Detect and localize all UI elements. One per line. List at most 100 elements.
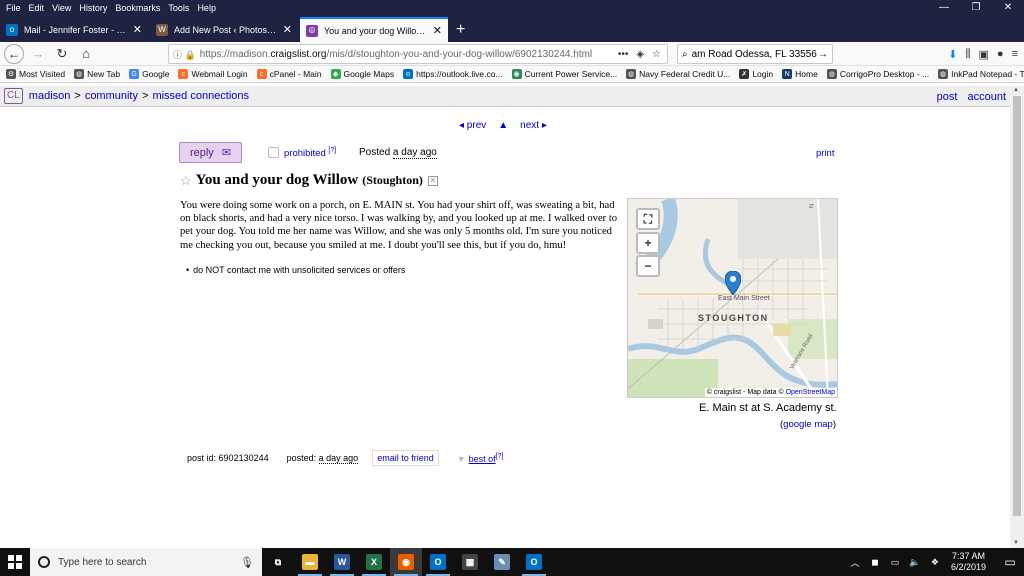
library-icon[interactable]: ⫼ [965,48,970,61]
fullscreen-icon[interactable]: ⛶ [636,208,660,230]
breadcrumb-madison[interactable]: madison [29,90,71,102]
openstreetmap-link[interactable]: OpenStreetMap [786,389,835,396]
bookmark-item[interactable]: ✗ Login [739,69,773,79]
reload-icon[interactable]: ↻ [50,43,74,65]
breadcrumb-community[interactable]: community [85,90,138,102]
location-map[interactable]: STOUGHTON East Main Street Veterans Road… [627,198,838,398]
bookmark-item[interactable]: N Home [782,69,818,79]
bookmark-item[interactable]: c Webmail Login [178,69,248,79]
bookmark-item[interactable]: ◍ CorrigoPro Desktop - ... [826,69,929,79]
post-link[interactable]: post [937,91,958,103]
flag-checkbox[interactable] [268,147,279,158]
taskbar-clock[interactable]: 7:37 AM 6/2/2019 [951,551,986,573]
bookmark-item[interactable]: ◍InkPad Notepad - The ... [938,69,1024,79]
site-info-icon[interactable]: ⓘ 🔒 [169,48,200,61]
new-tab-icon[interactable]: + [448,17,473,42]
menu-help[interactable]: Help [193,3,220,13]
menu-bookmarks[interactable]: Bookmarks [111,3,164,13]
bookmark-item[interactable]: o https://outlook.live.co... [403,69,503,79]
outlook-icon[interactable]: O [422,548,454,576]
search-input[interactable]: am Road Odessa, FL 33556 [692,49,818,60]
zoom-in-icon[interactable]: + [636,232,660,254]
taskbar-search[interactable]: Type here to search 🎙 [30,548,262,576]
notification-icon[interactable]: ▭ [996,555,1024,569]
up-link[interactable]: ▲ [498,120,508,131]
close-icon[interactable]: ✕ [992,0,1024,15]
outlook-icon[interactable]: O [518,548,550,576]
tab-outlook-mail[interactable]: o Mail - Jennifer Foster - Outlook ✕ [0,17,148,42]
tab-craigslist-post[interactable]: ☮ You and your dog Willow - mis ✕ [300,17,448,42]
back-arrow-icon[interactable]: ← [4,43,24,64]
download-icon[interactable]: ⬇ [948,48,957,61]
minimize-icon[interactable]: — [928,0,960,15]
bookmark-item[interactable]: ◍ Navy Federal Credit U... [626,69,730,79]
dropbox-icon[interactable]: ❖ [927,557,943,568]
account-icon[interactable]: ● [997,48,1004,60]
excel-icon[interactable]: X [358,548,390,576]
craigslist-logo[interactable]: CL [4,88,23,104]
paint-icon[interactable]: ✎ [486,548,518,576]
bookmark-item[interactable]: G Google [129,69,169,79]
close-icon[interactable]: ✕ [133,23,142,36]
account-link[interactable]: account [967,91,1006,103]
bookmark-label: Google [142,69,170,79]
bookmark-item[interactable]: ◆ Google Maps [330,69,394,79]
bookmark-item[interactable]: ⚙ Most Visited [6,69,65,79]
bookmark-star-icon[interactable]: ☆ [652,49,661,60]
prohibited-flag: prohibited [?] [284,147,336,159]
scroll-thumb[interactable] [1013,96,1021,516]
print-link[interactable]: print [816,148,834,159]
breadcrumb-missed-connections[interactable]: missed connections [152,90,249,102]
menu-view[interactable]: View [48,3,75,13]
home-icon[interactable]: ⌂ [74,43,98,65]
menu-edit[interactable]: Edit [25,3,49,13]
hamburger-menu-icon[interactable]: ≡ [1012,48,1018,60]
firefox-icon[interactable]: ◉ [390,548,422,576]
network-icon[interactable]: ▭ [887,557,903,568]
best-of-link[interactable]: ▼ best of[?] [457,453,504,464]
search-bar[interactable]: ⌕ am Road Odessa, FL 33556 → [677,44,833,64]
reply-button[interactable]: reply ✉ [179,142,242,163]
tab-add-new-post[interactable]: W Add New Post ‹ Photos by JFo ✕ [150,17,298,42]
google-map-link[interactable]: google map [783,419,833,430]
prohibited-help-link[interactable]: [?] [328,147,336,154]
prev-link[interactable]: ◂ prev [459,120,486,131]
bookmark-item[interactable]: c cPanel - Main [256,69,322,79]
sidebar-icon[interactable]: ▣ [979,48,989,61]
file-explorer-icon[interactable]: ▬ [294,548,326,576]
url-text[interactable]: https://madison.craigslist.org/mis/d/sto… [200,49,618,60]
forward-arrow-icon[interactable]: → [26,43,50,65]
microphone-icon[interactable]: 🎙 [240,556,254,569]
favorite-star-icon[interactable]: ☆ [180,173,192,189]
craigslist-peace-icon: ☮ [306,24,318,37]
bookmark-item[interactable]: ◍ New Tab [74,69,120,79]
page-scrollbar[interactable]: ▲ ▼ [1010,86,1024,548]
next-link[interactable]: next ▸ [520,120,547,131]
email-to-friend-button[interactable]: email to friend [372,450,439,466]
chevron-up-icon[interactable]: ︿ [847,556,863,569]
windows-start-icon[interactable] [0,548,30,576]
volume-icon[interactable]: 🔈 [907,557,923,568]
zoom-out-icon[interactable]: − [636,255,660,277]
menu-history[interactable]: History [75,3,111,13]
search-go-icon[interactable]: → [818,49,828,60]
map-marker-icon[interactable] [725,271,741,295]
menu-tools[interactable]: Tools [164,3,193,13]
bookmark-item[interactable]: ◉ Current Power Service... [511,69,617,79]
prohibited-link[interactable]: prohibited [284,148,326,159]
menu-file[interactable]: File [0,3,25,13]
taskbar-search-input[interactable]: Type here to search [58,557,240,568]
hide-post-icon[interactable]: ✕ [427,175,438,186]
outlook-tray-icon[interactable]: ◼ [867,557,883,568]
url-bar[interactable]: ⓘ 🔒 https://madison.craigslist.org/mis/d… [168,44,668,64]
scroll-down-icon[interactable]: ▼ [1013,540,1019,546]
pocket-icon[interactable]: ◈ [636,49,644,60]
close-icon[interactable]: ✕ [433,24,442,37]
calculator-icon[interactable]: ▦ [454,548,486,576]
scroll-up-icon[interactable]: ▲ [1013,87,1019,93]
restore-icon[interactable]: ❐ [960,0,992,15]
page-actions-icon[interactable]: ••• [618,49,629,60]
word-icon[interactable]: W [326,548,358,576]
close-icon[interactable]: ✕ [283,23,292,36]
task-view-icon[interactable]: ⧉ [262,548,294,576]
